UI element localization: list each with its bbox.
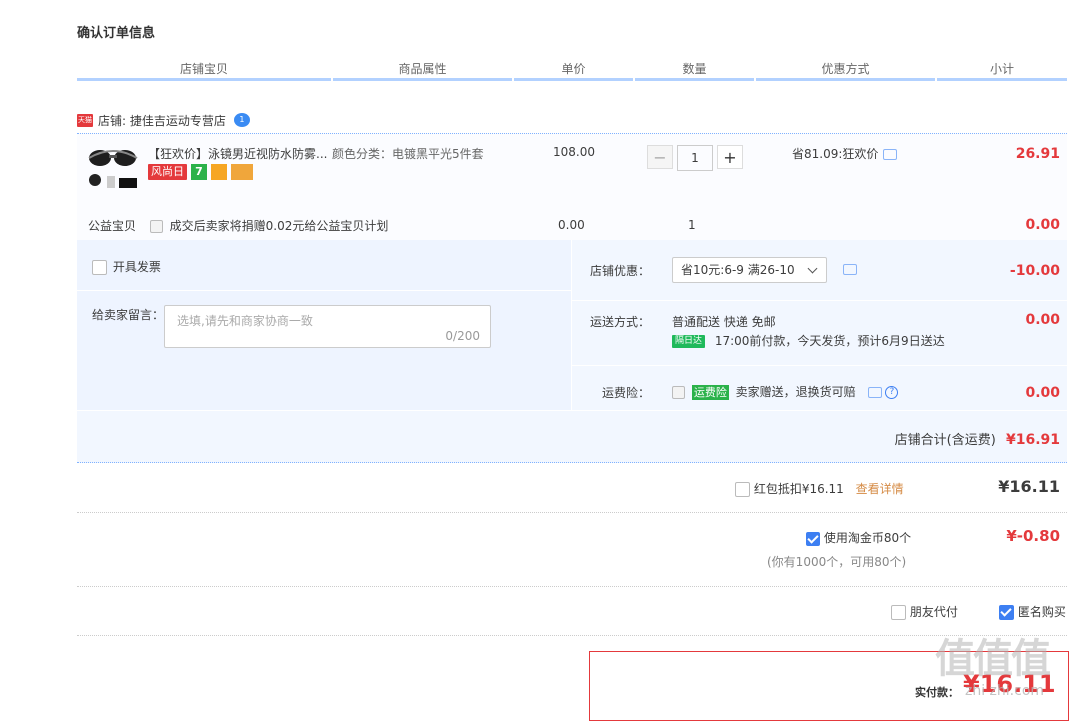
unit-price: 108.00 bbox=[553, 145, 595, 159]
redpacket-label: 红包抵扣¥16.11 bbox=[753, 482, 844, 496]
redpacket-detail-link[interactable]: 查看详情 bbox=[856, 482, 904, 496]
charity-quantity: 1 bbox=[688, 218, 696, 232]
redpacket-checkbox[interactable] bbox=[735, 482, 750, 497]
page-title: 确认订单信息 bbox=[77, 26, 156, 41]
message-counter: 0/200 bbox=[445, 329, 480, 343]
insurance-label: 运费险： bbox=[601, 386, 650, 400]
chat-icon[interactable]: 1 bbox=[233, 113, 250, 127]
divider bbox=[77, 586, 1067, 587]
product-thumbnail[interactable] bbox=[85, 142, 141, 194]
tmall-icon: 天猫 bbox=[77, 113, 93, 127]
watermark: 值值值 bbox=[935, 636, 1051, 682]
message-input[interactable]: 选填,请先和商家协商一致 0/200 bbox=[164, 305, 491, 348]
col-quantity: 数量 bbox=[635, 60, 754, 81]
shop-name[interactable]: 店铺: 捷佳吉运动专营店 bbox=[98, 112, 226, 129]
item-subtotal: 26.91 bbox=[1015, 146, 1060, 162]
shop-discount-amount: -10.00 bbox=[1009, 263, 1060, 279]
shop-discount-value: 省10元:6-9 满26-10 bbox=[681, 263, 795, 277]
divider bbox=[77, 512, 1067, 513]
friend-pay-option[interactable]: 朋友代付 bbox=[891, 603, 958, 620]
item-badges: 风尚日 7 bbox=[148, 164, 253, 180]
watermark-sub: zhi zhi.com bbox=[965, 683, 1045, 699]
divider bbox=[77, 635, 1067, 636]
credit-card-icon bbox=[231, 164, 253, 180]
shipping-note: 17:00前付款，今天发货，预计6月9日送达 bbox=[714, 334, 945, 348]
divider bbox=[77, 290, 571, 291]
shop-discount-select[interactable]: 省10元:6-9 满26-10 bbox=[672, 257, 827, 283]
guarantee-icon bbox=[211, 164, 227, 180]
col-discount: 优惠方式 bbox=[756, 60, 935, 81]
charity-checkbox bbox=[149, 220, 163, 233]
item-title[interactable]: 【狂欢价】泳镜男近视防水防雾... bbox=[148, 145, 328, 162]
decrease-button[interactable]: − bbox=[647, 145, 673, 169]
insurance-badge: 运费险 bbox=[691, 385, 729, 400]
message-label: 给卖家留言： bbox=[92, 308, 165, 322]
charity-subtotal: 0.00 bbox=[1025, 217, 1060, 233]
help-icon[interactable]: ? bbox=[885, 386, 899, 399]
charity-row: 公益宝贝 成交后卖家将捐赠0.02元给公益宝贝计划 bbox=[88, 217, 388, 234]
anonymous-option[interactable]: 匿名购买 bbox=[999, 603, 1066, 620]
shop-total-amount: ¥16.91 bbox=[1005, 432, 1060, 448]
insurance-checkbox bbox=[672, 386, 685, 399]
quantity-stepper: − 1 + bbox=[647, 145, 743, 171]
item-sku: 颜色分类：电镀黑平光5件套 bbox=[332, 147, 484, 161]
invoice-option[interactable]: 开具发票 bbox=[92, 258, 161, 275]
coins-option[interactable]: 使用淘金币80个 bbox=[806, 529, 911, 546]
quantity-input[interactable]: 1 bbox=[677, 145, 713, 171]
insurance-amount: 0.00 bbox=[1025, 385, 1060, 401]
increase-button[interactable]: + bbox=[717, 145, 743, 169]
col-subtotal: 小计 bbox=[937, 60, 1067, 81]
item-promo: 省81.09:狂欢价 bbox=[792, 145, 898, 162]
divider bbox=[572, 365, 1067, 366]
col-attributes: 商品属性 bbox=[333, 60, 512, 81]
shipping-label: 运送方式： bbox=[589, 315, 650, 329]
pay-label: 实付款： bbox=[915, 686, 959, 699]
col-shop-item: 店铺宝贝 bbox=[77, 60, 331, 81]
charity-desc: 成交后卖家将捐赠0.02元给公益宝贝计划 bbox=[169, 219, 389, 233]
redpacket-option[interactable]: 红包抵扣¥16.11 查看详情 bbox=[735, 480, 904, 497]
shop-total-label: 店铺合计(含运费) bbox=[894, 433, 996, 448]
invoice-label: 开具发票 bbox=[112, 260, 161, 274]
shop-row: 天猫 店铺: 捷佳吉运动专营店 1 bbox=[77, 110, 250, 130]
coins-sub: (你有1000个，可用80个) bbox=[767, 555, 907, 569]
col-unit-price: 单价 bbox=[514, 60, 633, 81]
chevron-down-icon bbox=[807, 263, 818, 274]
next-day-badge: 隔日达 bbox=[672, 335, 706, 348]
divider bbox=[572, 300, 1067, 301]
shipping-promise: 隔日达 17:00前付款，今天发货，预计6月9日送达 bbox=[672, 332, 945, 349]
shipping-amount: 0.00 bbox=[1025, 312, 1060, 328]
shop-total: 店铺合计(含运费) ¥16.91 bbox=[895, 429, 1060, 448]
coins-label: 使用淘金币80个 bbox=[823, 531, 912, 545]
friend-pay-label: 朋友代付 bbox=[909, 605, 958, 619]
comment-icon[interactable] bbox=[883, 149, 898, 160]
item-promo-text: 省81.09:狂欢价 bbox=[792, 147, 879, 161]
insurance-desc: 卖家赠送，退换货可赔 bbox=[735, 385, 856, 399]
charity-label: 公益宝贝 bbox=[88, 219, 137, 233]
insurance-row: 运费险 卖家赠送，退换货可赔 ? bbox=[672, 383, 899, 400]
comment-icon[interactable] bbox=[843, 264, 857, 275]
column-header-row: 店铺宝贝 商品属性 单价 数量 优惠方式 小计 bbox=[77, 60, 1067, 81]
charity-price: 0.00 bbox=[558, 218, 585, 232]
divider bbox=[77, 410, 1067, 411]
seven-day-return-icon: 7 bbox=[191, 164, 207, 180]
message-placeholder: 选填,请先和商家协商一致 bbox=[177, 314, 313, 328]
shop-discount-label: 店铺优惠： bbox=[589, 264, 650, 278]
coins-amount: ¥-0.80 bbox=[1006, 527, 1060, 545]
anonymous-label: 匿名购买 bbox=[1017, 605, 1066, 619]
invoice-checkbox[interactable] bbox=[92, 260, 107, 275]
comment-icon[interactable] bbox=[867, 387, 882, 398]
anonymous-checkbox[interactable] bbox=[999, 605, 1014, 620]
shipping-method: 普通配送 快递 免邮 bbox=[672, 315, 776, 329]
fashion-day-badge: 风尚日 bbox=[148, 164, 187, 180]
coins-checkbox[interactable] bbox=[806, 531, 820, 546]
redpacket-amount: ¥16.11 bbox=[998, 477, 1060, 496]
friend-pay-checkbox[interactable] bbox=[891, 605, 906, 620]
